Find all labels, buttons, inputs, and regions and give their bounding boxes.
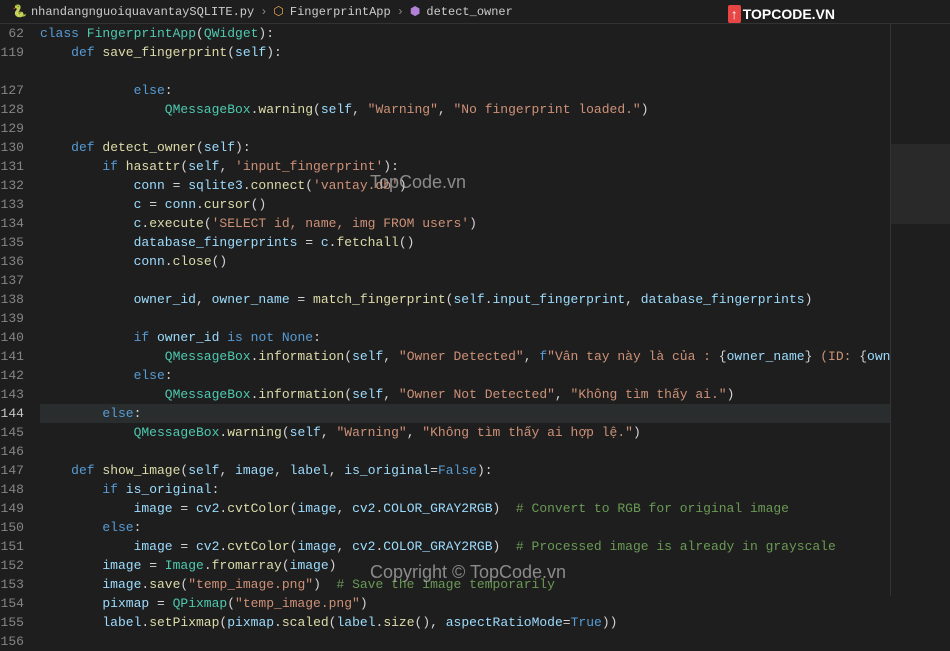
line-number: 143 [0,385,24,404]
code-line[interactable]: image = Image.fromarray(image) [40,556,891,575]
editor: 6211912712812913013113213313413513613713… [0,24,950,596]
line-number: 119 [0,43,24,62]
line-number: 132 [0,176,24,195]
code-line[interactable]: QMessageBox.warning(self, "Warning", "No… [40,100,891,119]
class-icon: ⬡ [273,4,283,19]
code-line[interactable]: database_fingerprints = c.fetchall() [40,233,891,252]
line-number: 133 [0,195,24,214]
minimap-viewport[interactable] [891,144,950,224]
line-number: 145 [0,423,24,442]
code-line[interactable]: c = conn.cursor() [40,195,891,214]
code-line[interactable]: label.setPixmap(pixmap.scaled(label.size… [40,613,891,632]
line-number-gutter[interactable]: 6211912712812913013113213313413513613713… [0,24,40,596]
code-line[interactable]: image = cv2.cvtColor(image, cv2.COLOR_GR… [40,499,891,518]
code-line[interactable] [40,309,891,328]
line-number: 128 [0,100,24,119]
logo-box-icon: ↑ [728,5,741,23]
line-number: 139 [0,309,24,328]
code-line[interactable]: conn = sqlite3.connect('vantay.db') [40,176,891,195]
code-line[interactable]: c.execute('SELECT id, name, img FROM use… [40,214,891,233]
line-number: 144 [0,404,24,423]
code-line[interactable] [40,271,891,290]
line-number: 142 [0,366,24,385]
breadcrumb-method[interactable]: detect_owner [426,5,512,19]
code-area[interactable]: class FingerprintApp(QWidget): def save_… [40,24,891,596]
chevron-right-icon: › [397,5,404,19]
code-line[interactable]: QMessageBox.warning(self, "Warning", "Kh… [40,423,891,442]
line-number: 129 [0,119,24,138]
line-number: 149 [0,499,24,518]
line-number: 155 [0,613,24,632]
code-line[interactable] [40,442,891,461]
line-number [0,62,24,81]
python-file-icon: 🐍 [12,4,27,19]
line-number: 148 [0,480,24,499]
line-number: 141 [0,347,24,366]
line-number: 147 [0,461,24,480]
line-number: 135 [0,233,24,252]
minimap[interactable] [890,24,950,596]
chevron-right-icon: › [260,5,267,19]
method-icon: ⬢ [410,4,420,19]
line-number: 153 [0,575,24,594]
code-line[interactable]: def show_image(self, image, label, is_or… [40,461,891,480]
line-number: 134 [0,214,24,233]
code-line[interactable]: if hasattr(self, 'input_fingerprint'): [40,157,891,176]
code-line[interactable] [40,62,891,81]
code-line[interactable]: owner_id, owner_name = match_fingerprint… [40,290,891,309]
code-line[interactable] [40,119,891,138]
line-number: 138 [0,290,24,309]
breadcrumb-file[interactable]: nhandangnguoiquavantaySQLITE.py [31,5,254,19]
code-line[interactable]: def detect_owner(self): [40,138,891,157]
code-line[interactable]: QMessageBox.information(self, "Owner Not… [40,385,891,404]
code-line[interactable]: image.save("temp_image.png") # Save the … [40,575,891,594]
line-number: 131 [0,157,24,176]
line-number: 152 [0,556,24,575]
code-line[interactable]: else: [40,366,891,385]
line-number: 62 [0,24,24,43]
line-number: 127 [0,81,24,100]
line-number: 151 [0,537,24,556]
line-number: 140 [0,328,24,347]
code-line[interactable]: image = cv2.cvtColor(image, cv2.COLOR_GR… [40,537,891,556]
code-line[interactable]: else: [40,404,891,423]
line-number: 136 [0,252,24,271]
line-number: 156 [0,632,24,651]
code-line[interactable]: QMessageBox.information(self, "Owner Det… [40,347,891,366]
line-number: 130 [0,138,24,157]
code-line[interactable]: else: [40,518,891,537]
code-line[interactable]: else: [40,81,891,100]
code-line[interactable] [40,632,891,651]
code-line[interactable]: if owner_id is not None: [40,328,891,347]
code-line[interactable]: def save_fingerprint(self): [40,43,891,62]
line-number: 146 [0,442,24,461]
code-line[interactable]: if is_original: [40,480,891,499]
topcode-logo: ↑TOPCODE.VN [728,6,835,22]
code-line[interactable]: class FingerprintApp(QWidget): [40,24,891,43]
breadcrumb-class[interactable]: FingerprintApp [290,5,391,19]
line-number: 150 [0,518,24,537]
code-line[interactable]: conn.close() [40,252,891,271]
line-number: 137 [0,271,24,290]
